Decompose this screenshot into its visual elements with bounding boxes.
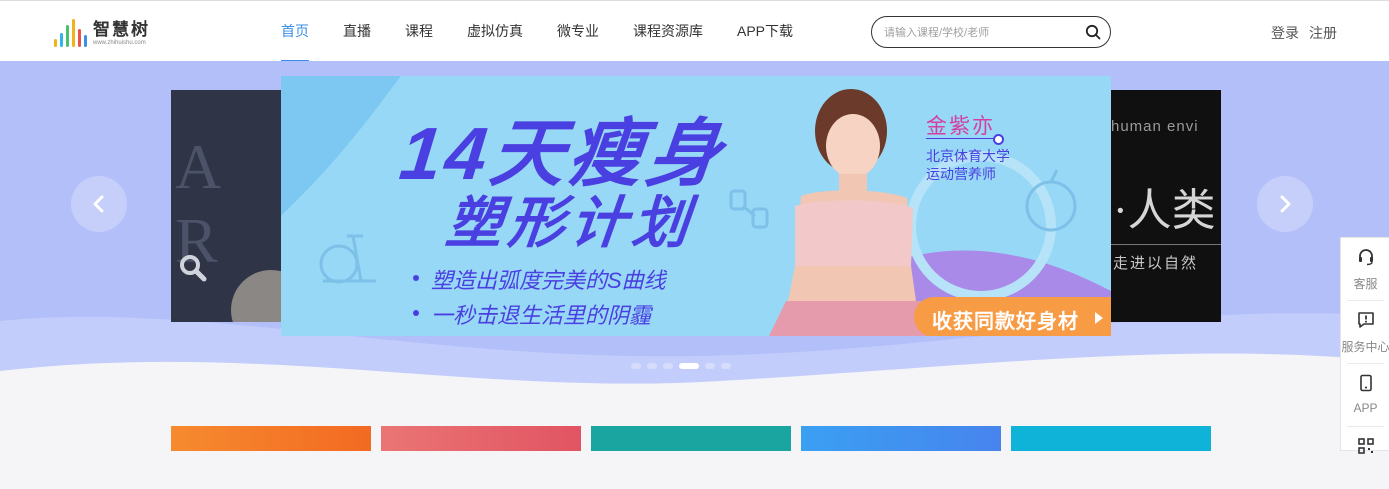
logo-url: www.zhihuishu.com bbox=[93, 40, 146, 46]
nav-item-home[interactable]: 首页 bbox=[264, 1, 326, 62]
coach-name: 金紫亦 bbox=[926, 115, 995, 138]
nav-item-live[interactable]: 直播 bbox=[326, 1, 388, 62]
main-nav: 首页 直播 课程 虚拟仿真 微专业 课程资源库 APP下载 bbox=[264, 1, 810, 62]
logo-name: 智慧树 bbox=[93, 20, 150, 39]
banner-title-line2: 塑形计划 bbox=[443, 191, 698, 254]
carousel-dot-5[interactable] bbox=[705, 363, 715, 369]
category-card-4[interactable] bbox=[801, 426, 1001, 451]
nav-item-virtual-simulation[interactable]: 虚拟仿真 bbox=[450, 1, 540, 62]
service-center-label: 服务中心 bbox=[1341, 340, 1389, 354]
bike-icon bbox=[319, 234, 376, 284]
carousel-dot-4[interactable] bbox=[679, 363, 699, 369]
carousel-dot-2[interactable] bbox=[647, 363, 657, 369]
service-center-icon bbox=[1358, 312, 1374, 328]
search-box bbox=[871, 16, 1111, 48]
chevron-left-icon bbox=[93, 195, 104, 213]
nav-item-app-download[interactable]: APP下载 bbox=[720, 1, 810, 62]
chevron-right-icon bbox=[1280, 195, 1291, 213]
app-label: APP bbox=[1353, 401, 1378, 415]
category-card-1[interactable] bbox=[171, 426, 371, 451]
banner-slide-active[interactable]: 14天瘦身 塑形计划 塑造出弧度完美的S曲线 一秒击退生活里的阴霾 金紫亦 北京… bbox=[281, 76, 1111, 336]
coach-divider bbox=[926, 138, 998, 139]
search-icon[interactable] bbox=[1085, 24, 1101, 40]
customer-service-button[interactable]: 客服 bbox=[1341, 238, 1389, 300]
play-arrow-icon bbox=[1095, 312, 1103, 324]
banner-cta-button[interactable]: 收获同款好身材 bbox=[914, 297, 1111, 336]
headset-icon bbox=[1359, 249, 1373, 266]
next-slide-line2: ·人类 bbox=[1113, 186, 1216, 235]
category-card-2[interactable] bbox=[381, 426, 581, 451]
phone-icon bbox=[1360, 374, 1372, 392]
hero-carousel: A R human envi ·人类 走进以自然 14天瘦身 塑形计划 塑造出弧… bbox=[0, 61, 1389, 386]
carousel-prev-slide[interactable]: A R bbox=[171, 90, 281, 322]
login-link[interactable]: 登录 bbox=[1271, 23, 1299, 43]
coach-title: 运动营养师 bbox=[926, 166, 996, 182]
site-logo[interactable]: 智慧树 www.zhihuishu.com bbox=[54, 15, 150, 47]
banner-bullet-2: 一秒击退生活里的阴霾 bbox=[413, 298, 651, 330]
carousel-dot-6[interactable] bbox=[721, 363, 731, 369]
qrcode-button[interactable] bbox=[1341, 427, 1389, 489]
banner-bullet-1-text: 塑造出弧度完美的S曲线 bbox=[431, 268, 666, 293]
qrcode-icon bbox=[1358, 438, 1374, 454]
carousel-dot-3[interactable] bbox=[663, 363, 673, 369]
category-card-5[interactable] bbox=[1011, 426, 1211, 451]
customer-service-label: 客服 bbox=[1353, 277, 1378, 291]
next-slide-line1: human envi bbox=[1111, 118, 1199, 135]
dumbbell-icon bbox=[729, 189, 769, 229]
magnifier-icon bbox=[180, 255, 207, 282]
coach-school: 北京体育大学 bbox=[926, 148, 1010, 164]
nav-item-courses[interactable]: 课程 bbox=[388, 1, 450, 62]
next-slide-line3: 走进以自然 bbox=[1113, 255, 1199, 272]
carousel-next-button[interactable] bbox=[1257, 176, 1313, 232]
carousel-dot-1[interactable] bbox=[631, 363, 641, 369]
register-link[interactable]: 注册 bbox=[1309, 23, 1337, 43]
carousel-indicators bbox=[631, 363, 731, 369]
carousel-prev-button[interactable] bbox=[71, 176, 127, 232]
search-input[interactable] bbox=[882, 23, 1076, 43]
logo-bars-icon bbox=[54, 19, 87, 47]
app-button[interactable]: APP bbox=[1341, 364, 1389, 426]
top-header: 智慧树 www.zhihuishu.com 首页 直播 课程 虚拟仿真 微专业 … bbox=[0, 0, 1389, 62]
nav-item-resource-library[interactable]: 课程资源库 bbox=[616, 1, 720, 62]
category-card-3[interactable] bbox=[591, 426, 791, 451]
coach-divider-dot bbox=[993, 134, 1004, 145]
banner-cta-label: 收获同款好身材 bbox=[932, 311, 1079, 333]
carousel-next-slide[interactable]: human envi ·人类 走进以自然 bbox=[1111, 90, 1221, 322]
next-slide-divider bbox=[1111, 244, 1221, 245]
nav-item-micro-major[interactable]: 微专业 bbox=[540, 1, 616, 62]
banner-bullet-1: 塑造出弧度完美的S曲线 bbox=[413, 263, 666, 295]
banner-bullet-2-text: 一秒击退生活里的阴霾 bbox=[431, 303, 652, 328]
logo-text: 智慧树 www.zhihuishu.com bbox=[93, 21, 150, 47]
floating-toolbar: 客服 服务中心 APP bbox=[1340, 237, 1389, 454]
service-center-button[interactable]: 服务中心 bbox=[1341, 301, 1389, 363]
